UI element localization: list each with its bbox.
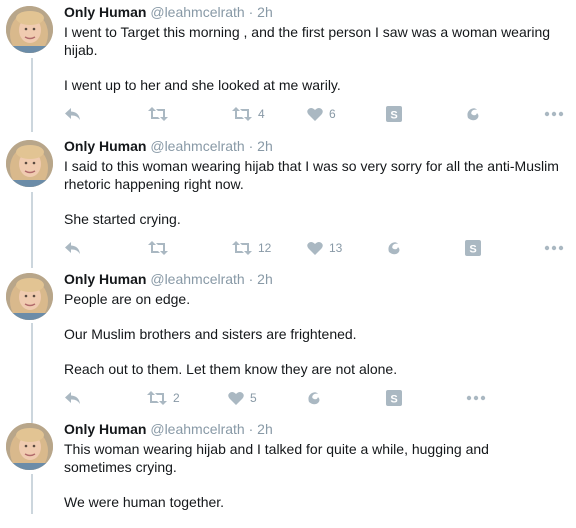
retweet-icon xyxy=(232,241,252,255)
retweet-count: 12 xyxy=(258,241,272,255)
s-square-icon: S xyxy=(465,240,481,256)
tweet-paragraph: We were human together. xyxy=(64,494,225,510)
reply-icon xyxy=(65,108,80,120)
svg-text:S: S xyxy=(469,244,476,256)
avatar[interactable] xyxy=(6,423,53,470)
avatar[interactable] xyxy=(6,6,53,53)
s-app-button[interactable]: S xyxy=(465,239,481,257)
tweet-paragraph: Our Muslim brothers and sisters are frig… xyxy=(64,326,357,342)
display-name[interactable]: Only Human xyxy=(64,271,146,287)
svg-text:S: S xyxy=(390,110,397,122)
more-dots-icon xyxy=(466,395,486,401)
like-button[interactable]: 5 xyxy=(228,389,257,407)
s-square-icon: S xyxy=(386,106,402,122)
retweet-icon xyxy=(148,107,168,121)
timestamp[interactable]: · 2h xyxy=(249,138,273,154)
tweet-paragraph: She started crying. xyxy=(64,211,181,227)
reply-button[interactable] xyxy=(64,105,82,123)
tweet-actions: 4 6 S xyxy=(64,105,569,123)
retweet-count-button[interactable]: 4 xyxy=(232,105,265,123)
tweet-paragraph: I said to this woman wearing hijab that … xyxy=(64,158,559,192)
swirl-icon xyxy=(308,392,320,405)
tweet-paragraph: Reach out to them. Let them know they ar… xyxy=(64,361,398,377)
retweet-button[interactable] xyxy=(148,239,168,257)
tweet-header: Only Human @leahmcelrath · 2h xyxy=(64,138,273,154)
retweet-count-button[interactable]: 2 xyxy=(147,389,180,407)
user-handle[interactable]: @leahmcelrath xyxy=(150,138,244,154)
tweet-actions: 12 13 S xyxy=(64,239,569,257)
user-handle[interactable]: @leahmcelrath xyxy=(150,271,244,287)
avatar[interactable] xyxy=(6,273,53,320)
swirl-button[interactable] xyxy=(306,389,322,407)
tweet-header: Only Human @leahmcelrath · 2h xyxy=(64,4,273,20)
more-dots-icon xyxy=(544,111,564,117)
swirl-icon xyxy=(467,108,479,121)
timestamp[interactable]: · 2h xyxy=(249,271,273,287)
retweet-count: 2 xyxy=(173,391,180,405)
tweet-text: I went to Target this morning , and the … xyxy=(64,23,569,111)
tweet-text: People are on edge. Our Muslim brothers … xyxy=(64,290,569,395)
reply-icon xyxy=(65,242,80,254)
heart-icon xyxy=(307,241,323,255)
timestamp[interactable]: · 2h xyxy=(249,4,273,20)
retweet-button[interactable] xyxy=(148,105,168,123)
reply-button[interactable] xyxy=(64,389,82,407)
tweet-actions: 2 5 S xyxy=(64,389,494,407)
avatar[interactable] xyxy=(6,140,53,187)
tweet-paragraph: I went up to her and she looked at me wa… xyxy=(64,77,341,93)
tweet-paragraph: I went to Target this morning , and the … xyxy=(64,24,551,58)
more-button[interactable] xyxy=(466,389,486,407)
user-handle[interactable]: @leahmcelrath xyxy=(150,421,244,437)
tweet-text: This woman wearing hijab and I talked fo… xyxy=(64,440,514,528)
like-count: 6 xyxy=(329,107,336,121)
tweet[interactable]: Only Human @leahmcelrath · 2h I went to … xyxy=(0,4,576,132)
tweet-paragraph: This woman wearing hijab and I talked fo… xyxy=(64,441,489,475)
heart-icon xyxy=(307,107,323,121)
retweet-icon xyxy=(232,107,252,121)
svg-text:S: S xyxy=(390,394,397,406)
retweet-count: 4 xyxy=(258,107,265,121)
more-dots-icon xyxy=(544,245,564,251)
tweet[interactable]: Only Human @leahmcelrath · 2h This woman… xyxy=(0,421,576,514)
tweet-header: Only Human @leahmcelrath · 2h xyxy=(64,271,273,287)
timestamp[interactable]: · 2h xyxy=(249,421,273,437)
s-app-button[interactable]: S xyxy=(386,389,402,407)
tweet-paragraph: People are on edge. xyxy=(64,291,191,307)
swirl-icon xyxy=(388,242,400,255)
retweet-count-button[interactable]: 12 xyxy=(232,239,271,257)
more-button[interactable] xyxy=(544,105,564,123)
tweet-header: Only Human @leahmcelrath · 2h xyxy=(64,421,273,437)
like-button[interactable]: 13 xyxy=(307,239,342,257)
retweet-icon xyxy=(148,241,168,255)
reply-button[interactable] xyxy=(64,239,82,257)
more-button[interactable] xyxy=(544,239,564,257)
swirl-button[interactable] xyxy=(465,105,481,123)
like-count: 5 xyxy=(250,391,257,405)
display-name[interactable]: Only Human xyxy=(64,421,146,437)
heart-icon xyxy=(228,391,244,405)
user-handle[interactable]: @leahmcelrath xyxy=(150,4,244,20)
s-app-button[interactable]: S xyxy=(386,105,402,123)
s-square-icon: S xyxy=(386,390,402,406)
tweet[interactable]: Only Human @leahmcelrath · 2h I said to … xyxy=(0,138,576,266)
tweet[interactable]: Only Human @leahmcelrath · 2h People are… xyxy=(0,271,576,416)
display-name[interactable]: Only Human xyxy=(64,4,146,20)
display-name[interactable]: Only Human xyxy=(64,138,146,154)
reply-icon xyxy=(65,392,80,404)
like-count: 13 xyxy=(329,241,343,255)
tweet-text: I said to this woman wearing hijab that … xyxy=(64,157,569,245)
retweet-icon xyxy=(147,391,167,405)
like-button[interactable]: 6 xyxy=(307,105,336,123)
swirl-button[interactable] xyxy=(386,239,402,257)
